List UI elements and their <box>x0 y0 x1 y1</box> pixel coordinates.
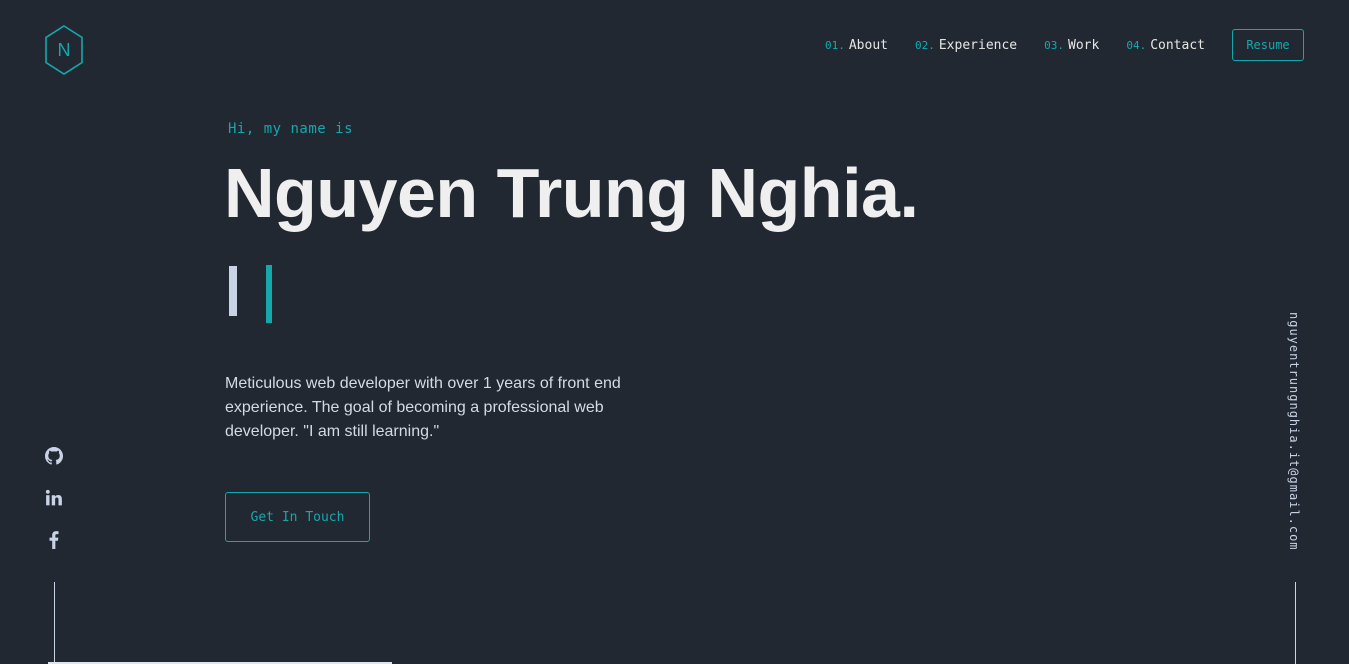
facebook-link[interactable] <box>44 530 64 550</box>
nav-item-number: 01. <box>824 38 845 52</box>
nav-item-label: About <box>848 37 888 53</box>
social-links <box>44 446 64 572</box>
right-vertical-line <box>1295 582 1296 664</box>
logo-letter: N <box>58 40 71 60</box>
left-vertical-line <box>54 582 55 664</box>
nav-item-number: 03. <box>1044 38 1065 52</box>
linkedin-icon <box>45 489 62 506</box>
nav-item-label: Work <box>1068 37 1100 53</box>
github-icon <box>45 447 63 465</box>
email-link[interactable]: nguyentrungnghia.it@gmail.com <box>1287 312 1301 551</box>
nav-item-contact[interactable]: 04. Contact <box>1126 38 1205 53</box>
facebook-icon <box>49 531 59 549</box>
nav-item-work[interactable]: 03. Work <box>1044 38 1099 53</box>
github-link[interactable] <box>44 446 64 466</box>
typed-text <box>229 265 272 323</box>
nav-item-label: Contact <box>1150 37 1205 53</box>
nav-item-about[interactable]: 01. About <box>825 38 888 53</box>
resume-button[interactable]: Resume <box>1232 29 1304 61</box>
hero-name: Nguyen Trung Nghia. <box>224 154 919 232</box>
hero-greeting: Hi, my name is <box>228 121 354 137</box>
typing-cursor <box>266 265 272 323</box>
hexagon-logo-icon: N <box>45 25 83 75</box>
typed-character <box>229 266 237 316</box>
nav-item-label: Experience <box>938 37 1018 53</box>
main-nav: 01. About 02. Experience 03. Work 04. Co… <box>825 28 1304 62</box>
nav-item-number: 02. <box>914 38 935 52</box>
logo[interactable]: N <box>44 25 84 75</box>
get-in-touch-button[interactable]: Get In Touch <box>225 492 370 542</box>
nav-item-experience[interactable]: 02. Experience <box>915 38 1017 53</box>
nav-item-number: 04. <box>1126 38 1147 52</box>
linkedin-link[interactable] <box>44 488 64 508</box>
hero-description: Meticulous web developer with over 1 yea… <box>225 375 621 440</box>
